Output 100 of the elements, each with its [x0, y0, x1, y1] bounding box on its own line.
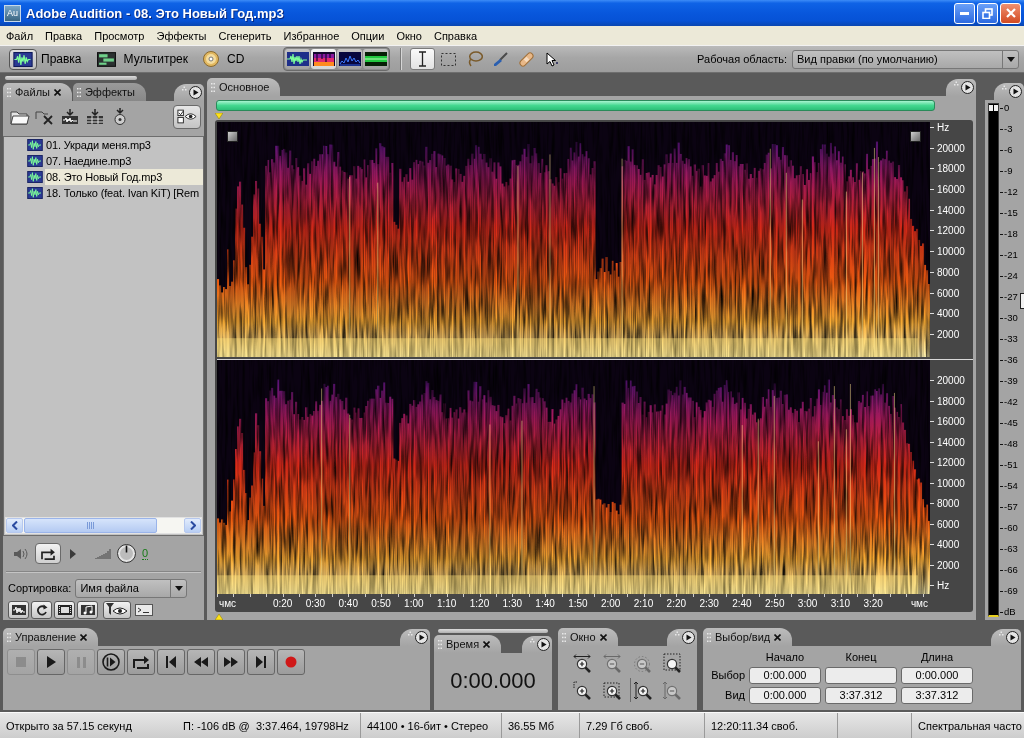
menu-item[interactable]: Окно	[390, 27, 428, 44]
app-logo: Au	[4, 4, 21, 22]
panel-tab[interactable]: Основное	[207, 78, 281, 96]
time-field[interactable]: 3:37.312	[901, 687, 973, 704]
status-text: 7.29 Гб своб.	[586, 719, 653, 732]
close-icon[interactable]	[53, 88, 61, 96]
sort-dropdown[interactable]: Имя файла	[75, 578, 188, 598]
volume-knob[interactable]	[117, 544, 136, 563]
play-button[interactable]	[37, 649, 65, 675]
time-field[interactable]: 0:00.000	[749, 667, 821, 684]
panel-menu-button[interactable]	[174, 84, 204, 101]
panel-tab[interactable]: Выбор/вид	[703, 628, 793, 646]
square-handle-icon[interactable]	[910, 131, 921, 142]
tool-button[interactable]	[410, 48, 436, 70]
scroll-thumb[interactable]	[24, 518, 157, 533]
panel-menu-button[interactable]	[667, 629, 697, 646]
close-icon[interactable]	[483, 640, 491, 648]
audio-filter-button[interactable]	[8, 600, 29, 619]
video-filter-button[interactable]	[54, 600, 75, 619]
panel-tab[interactable]: Окно	[558, 628, 618, 646]
close-button[interactable]	[1000, 2, 1021, 24]
panel-menu-button[interactable]	[400, 629, 430, 646]
panel-menu-button[interactable]	[946, 79, 976, 96]
restore-button[interactable]	[977, 2, 998, 24]
time-label: 1:40	[535, 598, 555, 609]
filter-button[interactable]	[103, 600, 131, 619]
square-handle-icon[interactable]	[227, 131, 238, 142]
menu-item[interactable]: Файл	[0, 27, 40, 44]
workspace-button[interactable]: CD	[199, 47, 247, 71]
grip-icon	[76, 87, 81, 97]
insert-grid-icon	[86, 108, 104, 125]
view-mode-button[interactable]	[311, 49, 337, 69]
speaker-icon[interactable]	[13, 546, 29, 561]
time-label: 2:30	[699, 598, 719, 609]
file-item[interactable]: 18. Только (feat. Ivan KiT) [Rem	[27, 185, 203, 201]
time-label: 0:20	[272, 598, 293, 609]
view-options-button[interactable]	[173, 104, 201, 129]
menu-item[interactable]: Просмотр	[88, 27, 151, 44]
time-label: 1:20	[469, 598, 490, 609]
magnifier-bracket-icon	[573, 679, 591, 700]
panel-menu-button[interactable]	[994, 83, 1024, 100]
menu-item[interactable]: Избранное	[277, 27, 346, 44]
flyout-menu-icon	[1002, 85, 1022, 98]
pan-icon	[338, 52, 361, 66]
time-field[interactable]	[825, 667, 897, 684]
loop-button[interactable]	[35, 543, 61, 564]
close-icon[interactable]	[599, 633, 607, 641]
panel-tab[interactable]: Управление	[3, 628, 99, 646]
view-mode-button[interactable]	[285, 49, 311, 69]
midi-filter-button[interactable]	[77, 600, 98, 619]
loop-button[interactable]	[127, 649, 155, 675]
go-to-start-button[interactable]	[157, 649, 185, 675]
status-text: П: -106 dB @ 3:37.464, 19798Hz	[183, 719, 349, 732]
minimize-button[interactable]	[954, 2, 975, 24]
time-label: чмс	[910, 598, 928, 609]
workspace-button[interactable]: Правка	[9, 47, 84, 71]
scroll-left-button[interactable]	[6, 518, 23, 533]
menu-item[interactable]: Опции	[345, 27, 391, 44]
flyout-menu-icon	[954, 81, 974, 94]
meter-handle-icon[interactable]	[1020, 293, 1024, 309]
status-text: Спектральная часто	[918, 719, 1022, 732]
menu-item[interactable]: Правка	[39, 27, 89, 44]
file-item[interactable]: 07. Наедине.mp3	[27, 153, 203, 169]
close-icon[interactable]	[774, 633, 782, 641]
row-label: Вид	[724, 688, 745, 703]
loop-icon	[132, 655, 150, 669]
time-field[interactable]: 0:00.000	[749, 687, 821, 704]
time-label: 1:10	[436, 598, 457, 609]
menu-item[interactable]: Справка	[427, 27, 484, 44]
stop-icon	[16, 657, 26, 667]
horizontal-scrollbar[interactable]	[5, 517, 202, 534]
workspace-button[interactable]: Мультитрек	[92, 47, 191, 71]
scroll-right-button[interactable]	[184, 518, 201, 533]
magnifier-plus-arrows-icon	[573, 652, 591, 673]
panel-menu-button[interactable]	[522, 636, 552, 653]
close-icon[interactable]	[80, 633, 88, 641]
zoom-in-vertical-button[interactable]	[630, 677, 654, 702]
file-item[interactable]: 01. Укради меня.mp3	[27, 137, 203, 153]
time-field[interactable]: 3:37.312	[825, 687, 897, 704]
panel-tab[interactable]: Файлы	[3, 83, 72, 101]
menu-item[interactable]: Эффекты	[150, 27, 213, 44]
play-to-end-button[interactable]	[97, 649, 125, 675]
time-field[interactable]: 0:00.000	[901, 667, 973, 684]
panel-tab[interactable]: Эффекты	[72, 83, 146, 101]
view-mode-button[interactable]	[337, 49, 363, 69]
panel-menu-button[interactable]	[991, 629, 1021, 646]
time-label: 2:10	[633, 598, 654, 609]
brush-icon	[493, 51, 509, 67]
zoom-selection-button[interactable]	[660, 650, 684, 675]
panel-tab[interactable]: Время	[434, 635, 502, 653]
workspace-dropdown[interactable]: Вид правки (по умолчанию)	[792, 49, 1019, 69]
fast-forward-button[interactable]	[217, 649, 245, 675]
time-label: 3:00	[797, 598, 818, 609]
dropdown-arrow-icon	[1006, 56, 1015, 62]
overview-bar[interactable]	[216, 100, 935, 111]
view-mode-button[interactable]	[363, 49, 389, 69]
go-to-end-button[interactable]	[247, 649, 275, 675]
menu-item[interactable]: Сгенерить	[212, 27, 278, 44]
loop-filter-button[interactable]	[31, 600, 52, 619]
rewind-button[interactable]	[187, 649, 215, 675]
